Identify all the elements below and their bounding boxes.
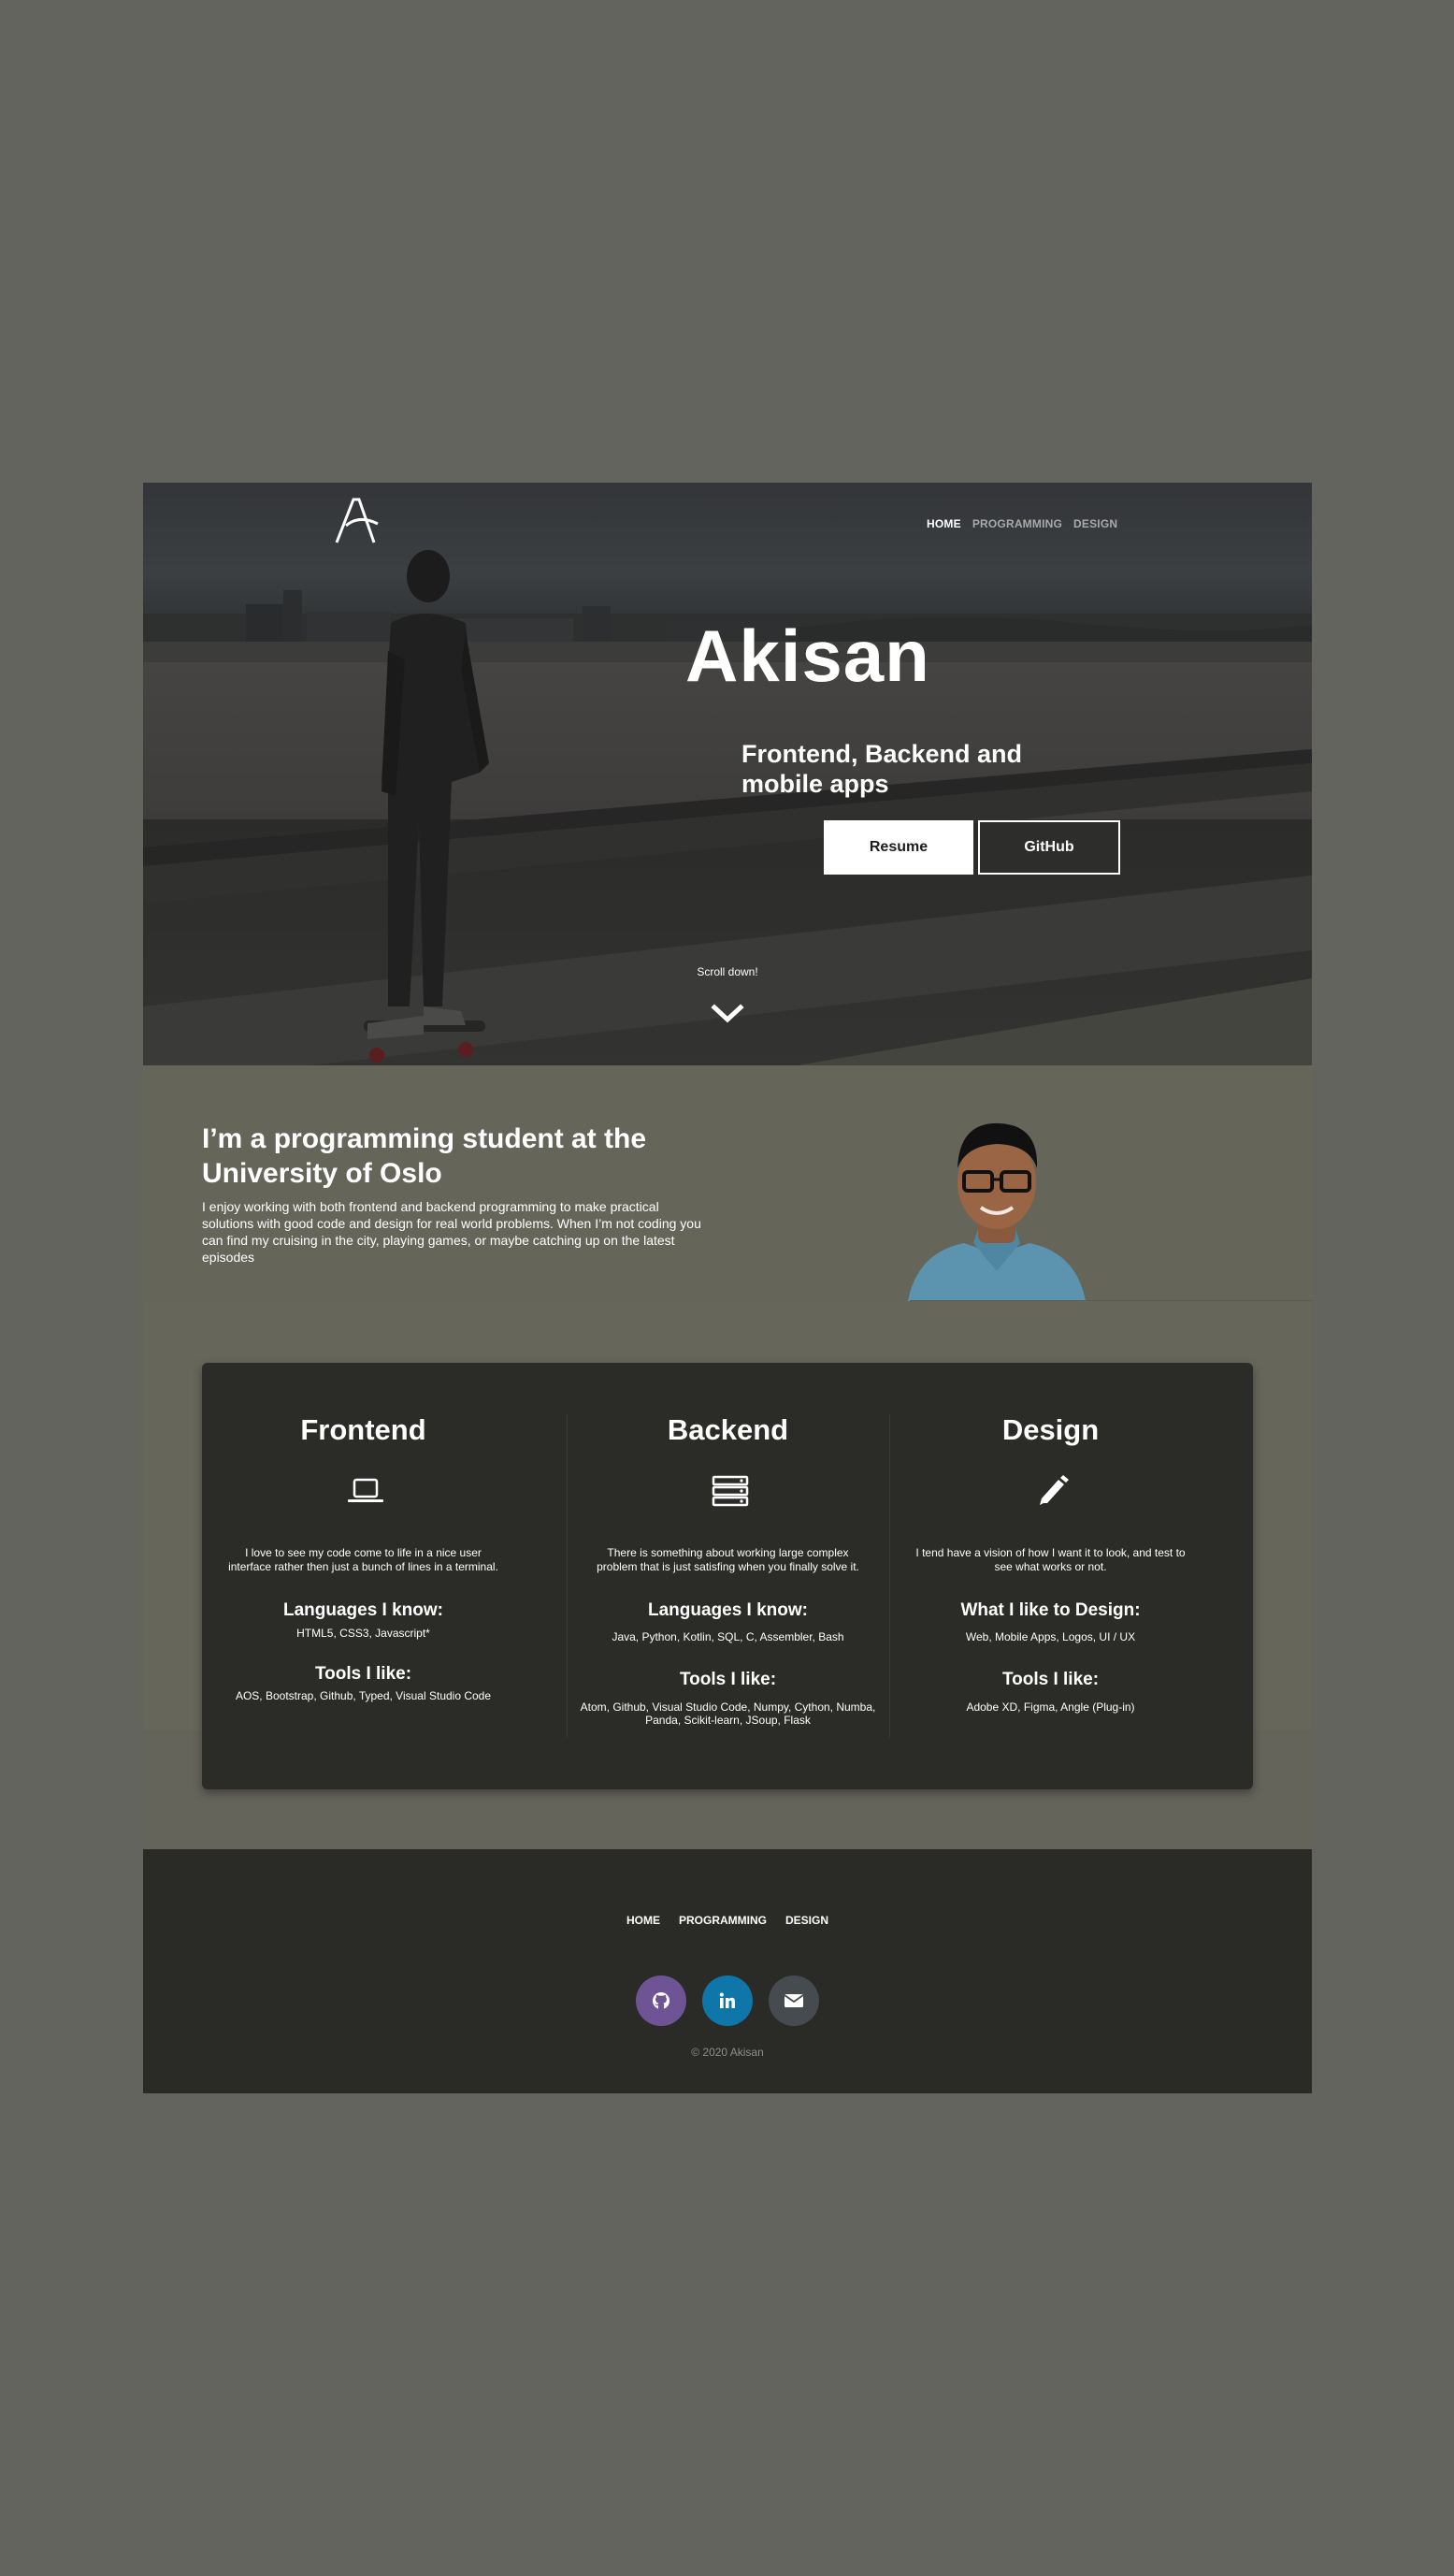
- mail-social-button[interactable]: [769, 1975, 819, 2026]
- about-section: I’m a programming student at the Univers…: [143, 1065, 1312, 1302]
- skills-backend-title: Backend: [667, 1413, 789, 1446]
- skills-backend-languages: Java, Python, Kotlin, SQL, C, Assembler,…: [612, 1630, 844, 1643]
- skills-design-tools: Adobe XD, Figma, Angle (Plug-in): [966, 1700, 1135, 1714]
- laptop-icon: [348, 1478, 383, 1502]
- skills-frontend-tools-heading: Tools I like:: [314, 1664, 412, 1684]
- skills-frontend-title: Frontend: [300, 1413, 426, 1446]
- skills-column-backend: Backend There is something about working…: [567, 1363, 889, 1789]
- footer-programming-link[interactable]: PROGRAMMING: [679, 1914, 767, 1927]
- about-heading: I’m a programming student at the Univers…: [202, 1123, 647, 1189]
- skills-column-design: Design I tend have a vision of how I wan…: [889, 1363, 1212, 1789]
- skills-frontend-tools: AOS, Bootstrap, Github, Typed, Visual St…: [235, 1689, 492, 1702]
- github-social-button[interactable]: [636, 1975, 686, 2026]
- nav-home-link[interactable]: HOME: [927, 517, 961, 530]
- pencil-icon: [1040, 1475, 1069, 1505]
- skills-backend-languages-heading: Languages I know:: [647, 1600, 809, 1620]
- skills-design-tools-heading: Tools I like:: [1001, 1670, 1100, 1689]
- skills-design-description: I tend have a vision of how I want it to…: [915, 1546, 1186, 1573]
- github-button[interactable]: GitHub: [978, 820, 1120, 875]
- footer-design-link[interactable]: DESIGN: [785, 1914, 828, 1927]
- server-icon: [712, 1475, 749, 1507]
- nav-programming-link[interactable]: PROGRAMMING: [972, 517, 1062, 530]
- main-nav: HOME PROGRAMMING DESIGN: [927, 517, 1117, 530]
- resume-button[interactable]: Resume: [824, 820, 973, 875]
- skills-design-title: Design: [1001, 1413, 1100, 1446]
- skills-frontend-description: I love to see my code come to life in a …: [228, 1546, 498, 1573]
- logo-icon[interactable]: [333, 496, 381, 544]
- hero-section: HOME PROGRAMMING DESIGN Akisan Frontend,…: [143, 483, 1312, 1065]
- skills-backend-tools-heading: Tools I like:: [679, 1670, 777, 1689]
- copyright-text: © 2020 Akisan: [691, 2046, 764, 2059]
- skills-frontend-languages: HTML5, CSS3, Javascript*: [296, 1627, 430, 1640]
- skills-design-what-heading: What I like to Design:: [960, 1600, 1141, 1620]
- skills-column-frontend: Frontend I love to see my code come to l…: [202, 1363, 525, 1789]
- scroll-down-text: Scroll down!: [697, 965, 758, 978]
- linkedin-icon: [719, 1992, 735, 2008]
- footer: HOME PROGRAMMING DESIGN © 2020 Akisan: [143, 1849, 1312, 2093]
- skills-backend-tools: Atom, Github, Visual Studio Code, Numpy,…: [580, 1700, 876, 1727]
- mail-icon: [784, 1994, 804, 2007]
- skills-card: Frontend I love to see my code come to l…: [202, 1363, 1253, 1789]
- site: HOME PROGRAMMING DESIGN Akisan Frontend,…: [143, 483, 1312, 2093]
- skills-design-what: Web, Mobile Apps, Logos, UI / UX: [965, 1630, 1136, 1643]
- hero-title: Akisan: [685, 615, 930, 697]
- skills-frontend-languages-heading: Languages I know:: [282, 1600, 444, 1620]
- linkedin-social-button[interactable]: [702, 1975, 753, 2026]
- profile-portrait: [908, 1122, 1086, 1301]
- github-icon: [652, 1992, 670, 2009]
- skills-backend-description: There is something about working large c…: [597, 1546, 859, 1573]
- footer-nav: HOME PROGRAMMING DESIGN: [143, 1914, 1312, 1927]
- about-text: I enjoy working with both frontend and b…: [202, 1199, 701, 1265]
- footer-home-link[interactable]: HOME: [626, 1914, 660, 1927]
- hero-subtitle: Frontend, Backend and mobile apps: [741, 740, 1023, 798]
- nav-design-link[interactable]: DESIGN: [1073, 517, 1117, 530]
- chevron-down-icon[interactable]: [711, 1003, 744, 1025]
